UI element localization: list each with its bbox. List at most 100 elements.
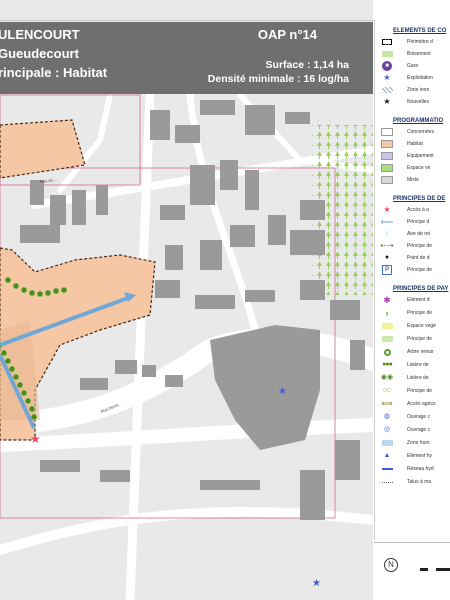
vocation-label: rincipale : Habitat bbox=[0, 65, 108, 80]
legend-item: ⇠⇢ Principe de bbox=[380, 242, 450, 251]
ring-icon bbox=[381, 348, 393, 356]
legend-item-label: Nouvelles bbox=[407, 99, 429, 105]
legend-item: Réseau hyd bbox=[381, 465, 450, 474]
legend-item: ■ Gare bbox=[381, 61, 450, 71]
legend-item: Habitat bbox=[381, 140, 450, 149]
legend-item-label: Espace vegé bbox=[407, 323, 436, 329]
dotted-line-icon bbox=[381, 478, 393, 486]
legend-item: Concernées bbox=[381, 128, 450, 137]
legend-item: ▲ Elément hy bbox=[381, 452, 450, 461]
legend-item-label: Accès agrico bbox=[407, 401, 436, 407]
dotted-icon: ⋮ bbox=[383, 230, 391, 237]
heritage-star-icon: ★ bbox=[312, 578, 321, 589]
legend-item-label: Exploitation bbox=[407, 75, 433, 81]
legend-item: ★ Exploitation bbox=[381, 74, 450, 83]
dot-icon: ● bbox=[384, 254, 390, 261]
north-arrow-icon: N bbox=[384, 558, 398, 572]
legend-item-label: Habitat bbox=[407, 141, 423, 147]
legend-item-label: Accès à a bbox=[407, 207, 429, 213]
black-star-icon: ★ bbox=[383, 97, 391, 106]
legend-item-label: Concernées bbox=[407, 129, 434, 135]
legend-item-label: Principe de bbox=[407, 310, 433, 316]
legend-item: Arbre remar bbox=[381, 348, 450, 357]
yellow-square-icon bbox=[381, 322, 393, 330]
legend-item: ★ Nouvelles bbox=[381, 98, 450, 107]
legend-separator bbox=[374, 542, 450, 543]
legend-item-label: Equipement bbox=[407, 153, 434, 159]
legend-item-label: Elément hy bbox=[407, 453, 433, 459]
legend-item-label: Point de d bbox=[407, 255, 430, 261]
legend-item: Equipement bbox=[381, 152, 450, 161]
legend-section-title: PRINCIPES DE PAY bbox=[393, 286, 449, 292]
blue-ring-icon: ◍ bbox=[383, 413, 391, 420]
triangle-icon: ▲ bbox=[383, 452, 391, 459]
legend-item: Talus à ma bbox=[381, 478, 450, 487]
legend-item-label: Principe de bbox=[407, 388, 433, 394]
scale-bar-segment bbox=[428, 568, 436, 571]
legend-item: Principe de bbox=[381, 335, 450, 344]
legend-section-title: ELEMENTS DE CO bbox=[393, 28, 447, 34]
hatch-icon bbox=[381, 86, 393, 94]
legend-item-label: Talus à ma bbox=[407, 479, 432, 485]
legend-item-label: Boisement bbox=[407, 51, 431, 57]
legend-item-label: Principe d bbox=[407, 219, 430, 225]
lightgreen-square-icon bbox=[381, 335, 393, 343]
legend-swatch bbox=[381, 176, 393, 184]
legend-item: ◎ Ouvrage c bbox=[381, 426, 450, 435]
legend-item-label: Ouvrage c bbox=[407, 414, 431, 420]
legend-item-label: Périmètre d bbox=[407, 39, 433, 45]
legend-item: ⟺ Accès agrico bbox=[381, 400, 450, 409]
asterisk-icon: ✱ bbox=[383, 295, 391, 305]
blue-arrow-icon: ⟵ bbox=[380, 217, 394, 227]
legend-item-label: Zone hum bbox=[407, 440, 430, 446]
legend-swatch bbox=[381, 164, 393, 172]
legend-item: ◍ Ouvrage c bbox=[381, 413, 450, 422]
legend-swatch bbox=[381, 128, 393, 136]
legend-item: ✱ Elément d bbox=[381, 296, 450, 305]
legend-item-label: Lisière de bbox=[407, 375, 429, 381]
legend-item: Zone hum bbox=[381, 439, 450, 448]
legend-item-label: Ouvrage c bbox=[407, 427, 431, 433]
wet-zone-icon bbox=[381, 439, 393, 447]
legend-item: › Principe de bbox=[381, 309, 450, 318]
legend-item: Périmètre d bbox=[381, 38, 450, 47]
oap-map-page: ★ ★ ★ Rue du ... Rue Dessi... ULENCOURT … bbox=[0, 0, 450, 600]
blue-star-icon: ★ bbox=[383, 73, 391, 82]
blue-ring2-icon: ◎ bbox=[383, 426, 391, 433]
legend-footer: N bbox=[374, 544, 450, 600]
legend-item-label: Zone inon bbox=[407, 87, 430, 93]
commune-name: ULENCOURT bbox=[0, 27, 80, 42]
legend-item: Espace vegé bbox=[381, 322, 450, 331]
legend-section-title: PROGRAMMATIO bbox=[393, 118, 444, 124]
legend-swatch bbox=[381, 140, 393, 148]
access-star-icon: ★ bbox=[30, 432, 41, 446]
legend-item-label: Principe de bbox=[407, 267, 433, 273]
legend-item: Espace ve bbox=[381, 164, 450, 173]
blue-line-icon bbox=[381, 465, 393, 473]
legend-item: Mixte bbox=[381, 176, 450, 185]
chevron-icon: › bbox=[385, 308, 389, 318]
dashed-square-icon bbox=[381, 38, 393, 46]
legend-item-label: Principe de bbox=[407, 336, 433, 342]
legend-item: ●●● Lisière de bbox=[381, 361, 450, 370]
density-value: Densité minimale : 16 log/ha bbox=[207, 73, 349, 85]
surface-value: Surface : 1,14 ha bbox=[265, 59, 349, 71]
map-legend: ELEMENTS DE CO Périmètre d Boisement ■ Gare ★… bbox=[374, 20, 450, 540]
legend-swatch bbox=[381, 152, 393, 160]
legend-item-label: Arbre remar bbox=[407, 349, 434, 355]
legend-item: ⋮ Aire de ret bbox=[381, 230, 450, 239]
legend-item: ★ Accès à a bbox=[381, 206, 450, 215]
legend-item-label: Gare bbox=[407, 63, 419, 69]
legend-item-label: Mixte bbox=[407, 177, 419, 183]
pattern-icon bbox=[381, 50, 393, 58]
parking-icon: P bbox=[381, 265, 393, 275]
legend-item: P Principe de bbox=[381, 265, 450, 275]
legend-item-label: Principe de bbox=[407, 243, 433, 249]
legend-item: Zone inon bbox=[381, 86, 450, 95]
double-ring-icon: ◉◉ bbox=[380, 374, 394, 381]
legend-item: ⟵ Principe d bbox=[381, 218, 450, 227]
legend-item-label: Aire de ret bbox=[407, 231, 431, 237]
arrow-brown-icon: ⟺ bbox=[381, 399, 393, 408]
oap-number: OAP n°14 bbox=[257, 27, 317, 42]
hedge-icon: ●●● bbox=[382, 361, 393, 368]
